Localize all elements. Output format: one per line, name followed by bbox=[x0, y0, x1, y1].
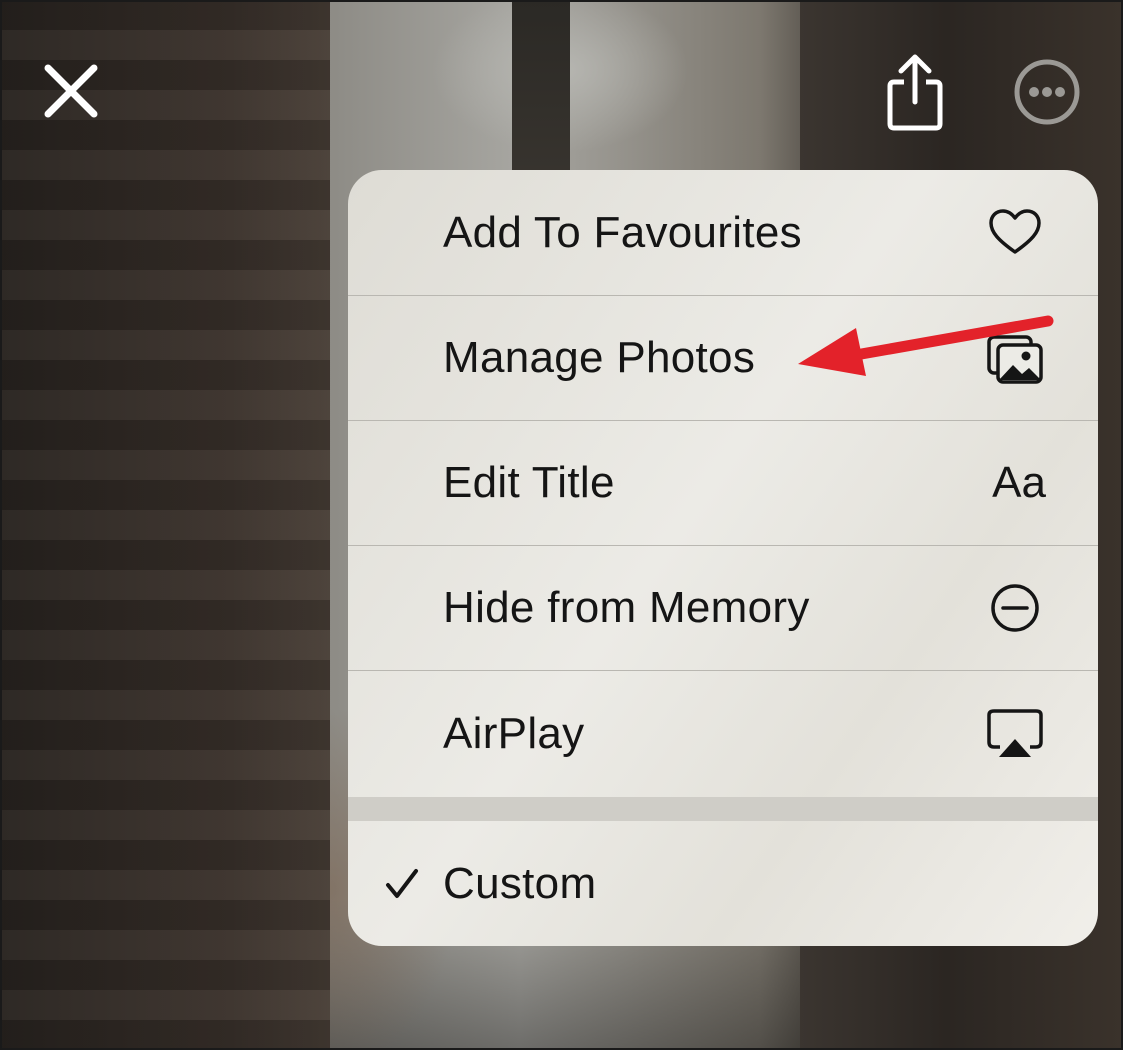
minus-circle-icon bbox=[986, 579, 1044, 637]
menu-item-add-to-favourites[interactable]: Add To Favourites bbox=[348, 170, 1098, 296]
menu-item-custom[interactable]: Custom bbox=[348, 821, 1098, 946]
close-icon[interactable] bbox=[40, 62, 102, 120]
heart-icon bbox=[986, 204, 1044, 262]
menu-item-label: Edit Title bbox=[443, 457, 615, 507]
menu-item-label: AirPlay bbox=[443, 708, 585, 758]
annotation-arrow-icon bbox=[798, 315, 1054, 376]
menu-item-edit-title[interactable]: Edit Title Aa bbox=[348, 420, 1098, 546]
menu-item-label: Manage Photos bbox=[443, 332, 756, 382]
menu-item-label: Hide from Memory bbox=[443, 582, 810, 632]
ellipsis-circle-icon[interactable] bbox=[1013, 58, 1081, 126]
menu-section-separator bbox=[348, 797, 1098, 821]
menu-item-hide-from-memory[interactable]: Hide from Memory bbox=[348, 545, 1098, 671]
memory-options-menu: Add To Favourites Manage Photos Edit Tit… bbox=[348, 170, 1098, 946]
menu-item-label: Custom bbox=[443, 858, 597, 908]
menu-item-label: Add To Favourites bbox=[443, 207, 802, 257]
checkmark-icon bbox=[384, 866, 420, 902]
airplay-icon bbox=[986, 705, 1044, 763]
text-format-icon: Aa bbox=[992, 457, 1046, 507]
share-icon[interactable] bbox=[882, 52, 948, 132]
menu-item-airplay[interactable]: AirPlay bbox=[348, 670, 1098, 797]
photo-building-left bbox=[0, 0, 330, 1050]
